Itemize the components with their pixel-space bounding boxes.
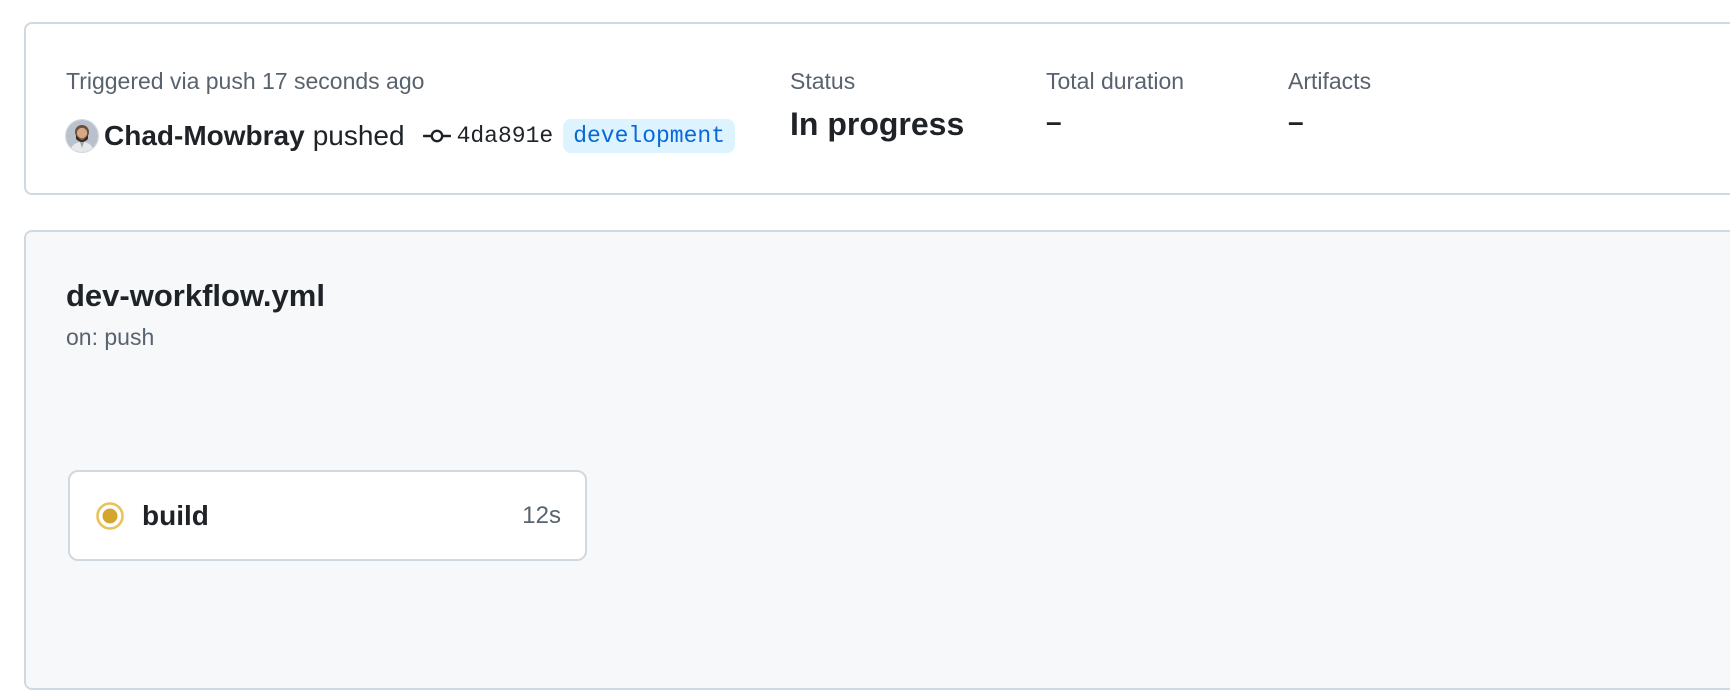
- actor-link[interactable]: Chad-Mowbray: [104, 120, 305, 152]
- job-name: build: [142, 499, 209, 531]
- job-card-build[interactable]: build 12s: [68, 470, 587, 561]
- run-summary-card: Triggered via push 17 seconds ago Chad-M…: [24, 22, 1730, 195]
- trigger-details: Chad-Mowbray pushed 4da891e development: [66, 116, 736, 156]
- artifacts-label: Artifacts: [1288, 68, 1372, 94]
- workflow-graph-panel: dev-workflow.yml on: push build 12s: [24, 230, 1730, 690]
- in-progress-icon: [94, 500, 126, 532]
- user-avatar[interactable]: [66, 120, 98, 152]
- duration-value: –: [1046, 106, 1062, 137]
- commit-sha-link[interactable]: 4da891e: [457, 123, 554, 149]
- git-commit-icon: [422, 127, 451, 145]
- push-action-text: pushed: [312, 120, 405, 151]
- trigger-info: Triggered via push 17 seconds ago: [66, 68, 425, 94]
- status-label: Status: [790, 68, 856, 94]
- workflow-trigger: on: push: [66, 324, 155, 350]
- artifacts-value: –: [1288, 106, 1304, 137]
- duration-label: Total duration: [1046, 68, 1185, 94]
- status-value: In progress: [790, 106, 965, 142]
- workflow-file-name: dev-workflow.yml: [66, 278, 325, 313]
- job-duration: 12s: [522, 501, 561, 529]
- branch-label[interactable]: development: [563, 119, 736, 153]
